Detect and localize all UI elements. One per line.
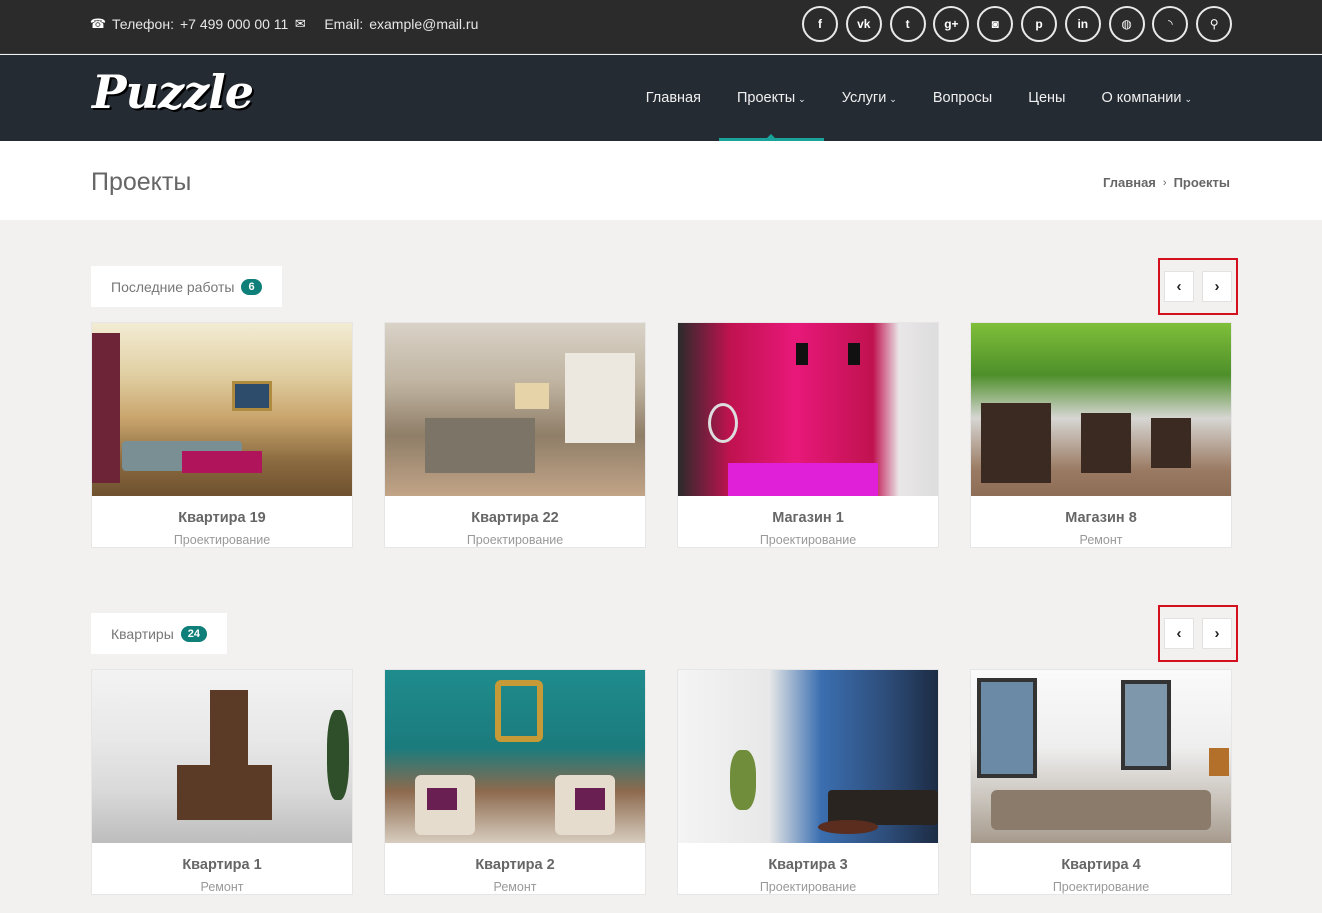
section-latest-works: Последние работы 6 ‹ › Квартира 19 Проек… xyxy=(91,258,1238,563)
next-button[interactable]: › xyxy=(1202,271,1232,302)
phone-label: Телефон: xyxy=(112,16,174,32)
section-title: Последние работы xyxy=(111,278,235,295)
google-plus-icon[interactable]: g+ xyxy=(933,6,970,42)
search-icon[interactable]: ⚲ xyxy=(1196,6,1233,42)
project-photo[interactable] xyxy=(678,323,938,496)
project-card[interactable]: Квартира 1 Ремонт xyxy=(91,669,353,895)
card-title[interactable]: Квартира 22 xyxy=(385,510,645,526)
nav-item-projects[interactable]: Проекты ⌄ xyxy=(718,55,824,141)
page-header: Проекты Главная › Проекты xyxy=(0,141,1322,220)
phone-number[interactable]: +7 499 000 00 11 xyxy=(180,16,288,32)
nav-item-label: О компании xyxy=(1101,90,1182,106)
contact-info: ☎ Телефон: +7 499 000 00 11 ✉ Email: exa… xyxy=(90,16,478,32)
card-category: Проектирование xyxy=(1052,880,1150,894)
card-category: Ремонт xyxy=(1079,533,1123,547)
card-category: Проектирование xyxy=(759,533,857,547)
card-category: Ремонт xyxy=(493,880,537,894)
section-tab[interactable]: Квартиры 24 xyxy=(91,613,228,654)
card-category: Проектирование xyxy=(173,533,271,547)
email-address[interactable]: example@mail.ru xyxy=(369,16,478,32)
breadcrumb: Главная › Проекты xyxy=(1103,175,1230,190)
chevron-left-icon: ‹ xyxy=(1176,278,1182,295)
email-icon: ✉ xyxy=(294,16,306,31)
nav-item-faq[interactable]: Вопросы xyxy=(915,55,1010,141)
project-card[interactable]: Квартира 3 Проектирование xyxy=(677,669,939,895)
chevron-right-icon: › xyxy=(1214,278,1220,295)
nav-item-prices[interactable]: Цены xyxy=(1010,55,1083,141)
section-tab[interactable]: Последние работы 6 xyxy=(91,266,282,307)
project-card[interactable]: Магазин 1 Проектирование xyxy=(677,322,939,548)
phone-icon: ☎ xyxy=(89,16,107,31)
email-label: Email: xyxy=(324,16,364,32)
top-bar: ☎ Телефон: +7 499 000 00 11 ✉ Email: exa… xyxy=(0,0,1322,54)
main-menu: Главная Проекты ⌄ Услуги ⌄ Вопросы Цены О … xyxy=(628,55,1210,141)
nav-item-services[interactable]: Услуги ⌄ xyxy=(824,55,915,141)
linkedin-icon[interactable]: in xyxy=(1064,6,1101,42)
project-photo[interactable] xyxy=(92,323,352,496)
project-photo[interactable] xyxy=(385,670,645,843)
card-category: Проектирование xyxy=(466,533,564,547)
project-cards: Квартира 1 Ремонт Квартира 2 Ремонт Квар… xyxy=(91,669,1232,895)
card-title[interactable]: Квартира 19 xyxy=(92,510,352,526)
project-card[interactable]: Магазин 8 Ремонт xyxy=(970,322,1232,548)
project-cards: Квартира 19 Проектирование Квартира 22 П… xyxy=(91,322,1232,548)
card-title[interactable]: Квартира 2 xyxy=(385,857,645,873)
nav-item-label: Проекты xyxy=(736,90,796,106)
chevron-left-icon: ‹ xyxy=(1176,625,1182,642)
carousel-controls: ‹ › xyxy=(1158,258,1238,315)
breadcrumb-home[interactable]: Главная xyxy=(1103,175,1156,190)
section-apartments: Квартиры 24 ‹ › Квартира 1 Ремонт Кварти… xyxy=(91,605,1238,913)
nav-item-label: Главная xyxy=(645,90,701,106)
section-title: Квартиры xyxy=(111,625,174,642)
project-card[interactable]: Квартира 2 Ремонт xyxy=(384,669,646,895)
count-badge: 24 xyxy=(180,625,208,642)
facebook-icon[interactable]: f xyxy=(802,6,838,42)
card-title[interactable]: Квартира 3 xyxy=(678,857,938,873)
vk-icon[interactable]: vk xyxy=(845,6,882,42)
count-badge: 6 xyxy=(241,278,262,295)
chevron-right-icon: › xyxy=(1214,625,1220,642)
nav-item-label: Цены xyxy=(1028,90,1066,106)
twitter-icon[interactable]: t xyxy=(889,6,926,42)
card-title[interactable]: Магазин 8 xyxy=(971,510,1231,526)
prev-button[interactable]: ‹ xyxy=(1164,271,1194,302)
project-photo[interactable] xyxy=(92,670,352,843)
breadcrumb-current: Проекты xyxy=(1173,175,1230,190)
site-logo[interactable]: Puzzle xyxy=(92,65,254,119)
page-title: Проекты xyxy=(91,168,192,196)
project-card[interactable]: Квартира 22 Проектирование xyxy=(384,322,646,548)
card-title[interactable]: Квартира 4 xyxy=(971,857,1231,873)
nav-item-label: Вопросы xyxy=(932,90,993,106)
rss-icon[interactable]: ◝ xyxy=(1152,6,1189,42)
project-photo[interactable] xyxy=(971,323,1231,496)
card-title[interactable]: Магазин 1 xyxy=(678,510,938,526)
project-photo[interactable] xyxy=(385,323,645,496)
dribbble-icon[interactable]: ◍ xyxy=(1108,6,1145,42)
nav-item-home[interactable]: Главная xyxy=(628,55,719,141)
chevron-right-icon: › xyxy=(1162,176,1167,189)
project-card[interactable]: Квартира 19 Проектирование xyxy=(91,322,353,548)
pinterest-icon[interactable]: p xyxy=(1020,6,1057,42)
carousel-controls: ‹ › xyxy=(1158,605,1238,662)
next-button[interactable]: › xyxy=(1202,618,1232,649)
project-photo[interactable] xyxy=(971,670,1231,843)
card-category: Проектирование xyxy=(759,880,857,894)
main-navbar: Puzzle Главная Проекты ⌄ Услуги ⌄ Вопросы … xyxy=(0,55,1322,141)
project-card[interactable]: Квартира 4 Проектирование xyxy=(970,669,1232,895)
chevron-down-icon: ⌄ xyxy=(889,93,897,104)
card-category: Ремонт xyxy=(200,880,244,894)
chevron-down-icon: ⌄ xyxy=(798,93,806,104)
nav-item-about[interactable]: О компании ⌄ xyxy=(1083,55,1210,141)
prev-button[interactable]: ‹ xyxy=(1164,618,1194,649)
instagram-icon[interactable]: ◙ xyxy=(977,6,1014,42)
nav-item-label: Услуги xyxy=(841,90,887,106)
social-links: f vk t g+ ◙ p in ◍ ◝ ⚲ xyxy=(802,6,1233,42)
chevron-down-icon: ⌄ xyxy=(1184,93,1192,104)
project-photo[interactable] xyxy=(678,670,938,843)
card-title[interactable]: Квартира 1 xyxy=(92,857,352,873)
